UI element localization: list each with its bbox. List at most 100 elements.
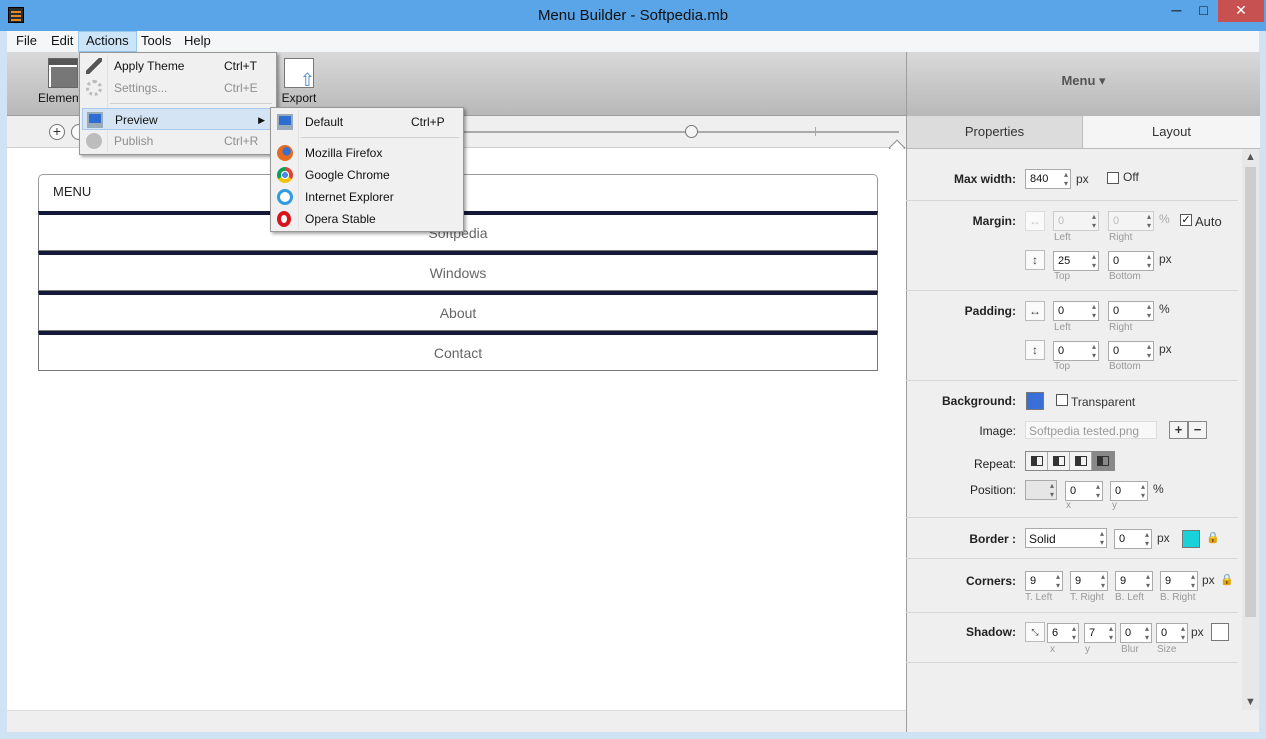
- horizontal-arrow-icon[interactable]: ↔: [1025, 211, 1045, 231]
- shadow-blur-input[interactable]: 0: [1120, 623, 1152, 643]
- shadow-x-input[interactable]: 6: [1047, 623, 1079, 643]
- maximize-button[interactable]: □: [1190, 0, 1217, 22]
- padding-bottom-input[interactable]: 0: [1108, 341, 1154, 361]
- title-bar: Menu Builder - Softpedia.mb ─ □ ✕: [0, 0, 1266, 31]
- zoom-in-button[interactable]: +: [49, 124, 65, 140]
- margin-bottom-input[interactable]: 0: [1108, 251, 1154, 271]
- corner-bl-sub: B. Left: [1115, 592, 1144, 603]
- padding-top-input[interactable]: 0: [1053, 341, 1099, 361]
- corner-tl-input[interactable]: 9: [1025, 571, 1063, 591]
- menu-edit[interactable]: Edit: [44, 31, 80, 52]
- padding-right-sub: Right: [1109, 322, 1133, 333]
- menu-preview-item[interactable]: About: [38, 291, 878, 331]
- divider: [906, 517, 1238, 518]
- menu-item-apply-theme[interactable]: Apply Theme Ctrl+T: [82, 55, 274, 77]
- design-canvas[interactable]: MENU Softpedia Windows About Contact: [7, 149, 906, 710]
- menu-item-settings[interactable]: Settings... Ctrl+E: [82, 77, 274, 99]
- divider: [906, 662, 1238, 663]
- image-field[interactable]: Softpedia tested.png: [1025, 421, 1157, 439]
- monitor-icon: [87, 112, 103, 128]
- transparent-label: Transparent: [1071, 395, 1136, 409]
- remove-image-button[interactable]: −: [1188, 421, 1207, 439]
- padding-left-sub: Left: [1054, 322, 1071, 333]
- scroll-down-icon[interactable]: ▼: [1242, 694, 1259, 710]
- position-anchor-selector[interactable]: [1025, 480, 1057, 500]
- shadow-color-swatch[interactable]: [1211, 623, 1229, 641]
- padding-right-input[interactable]: 0: [1108, 301, 1154, 321]
- padding-left-input[interactable]: 0: [1053, 301, 1099, 321]
- chrome-icon: [277, 167, 293, 183]
- border-label: Border :: [969, 532, 1016, 546]
- background-color-swatch[interactable]: [1026, 392, 1044, 410]
- corner-tr-input[interactable]: 9: [1070, 571, 1108, 591]
- position-y-sub: y: [1112, 500, 1117, 511]
- menu-item-ie[interactable]: Internet Explorer: [273, 186, 461, 208]
- corner-bl-input[interactable]: 9: [1115, 571, 1153, 591]
- close-button[interactable]: ✕: [1218, 0, 1264, 22]
- menu-item-firefox[interactable]: Mozilla Firefox: [273, 142, 461, 164]
- menu-item-publish[interactable]: Publish Ctrl+R: [82, 130, 274, 152]
- background-label: Background:: [941, 394, 1016, 408]
- zoom-slider-tick: [815, 127, 816, 136]
- horizontal-arrow-icon[interactable]: ↔: [1025, 301, 1045, 321]
- vertical-arrow-icon[interactable]: ↕: [1025, 340, 1045, 360]
- zoom-slider-track[interactable]: [447, 131, 899, 133]
- element-selector[interactable]: Menu ▾: [907, 52, 1260, 116]
- export-button[interactable]: Export: [279, 58, 319, 105]
- repeat-y-icon[interactable]: [1070, 452, 1092, 470]
- margin-top-input[interactable]: 25: [1053, 251, 1099, 271]
- scroll-up-icon[interactable]: ▲: [1242, 149, 1259, 165]
- shadow-inset-icon[interactable]: ⤡: [1025, 622, 1045, 642]
- repeat-both-icon[interactable]: [1092, 452, 1114, 470]
- border-color-swatch[interactable]: [1182, 530, 1200, 548]
- menu-help[interactable]: Help: [177, 31, 218, 52]
- menu-item-default[interactable]: Default Ctrl+P: [273, 111, 461, 133]
- shadow-size-input[interactable]: 0: [1156, 623, 1188, 643]
- submenu-arrow-icon: ▶: [258, 115, 265, 125]
- tab-properties[interactable]: Properties: [907, 116, 1083, 149]
- vertical-arrow-icon[interactable]: ↕: [1025, 250, 1045, 270]
- repeat-none-icon[interactable]: [1026, 452, 1048, 470]
- padding-label: Padding:: [964, 304, 1016, 318]
- menu-file[interactable]: File: [9, 31, 44, 52]
- add-image-button[interactable]: +: [1169, 421, 1188, 439]
- auto-checkbox[interactable]: ✓: [1180, 214, 1192, 226]
- repeat-label: Repeat:: [973, 457, 1016, 471]
- lock-icon[interactable]: 🔒: [1206, 531, 1220, 544]
- corner-tl-sub: T. Left: [1025, 592, 1053, 603]
- menu-tools[interactable]: Tools: [134, 31, 178, 52]
- menu-item-opera[interactable]: Opera Stable: [273, 208, 461, 230]
- firefox-icon: [277, 145, 293, 161]
- menu-item-chrome[interactable]: Google Chrome: [273, 164, 461, 186]
- off-checkbox[interactable]: [1107, 172, 1119, 184]
- panel-scrollbar[interactable]: ▲ ▼: [1242, 149, 1259, 710]
- minimize-button[interactable]: ─: [1163, 0, 1190, 22]
- position-y-input[interactable]: 0: [1110, 481, 1148, 501]
- corner-br-input[interactable]: 9: [1160, 571, 1198, 591]
- max-width-input[interactable]: 840: [1025, 169, 1071, 189]
- shadow-label: Shadow:: [966, 625, 1016, 639]
- status-bar: [7, 710, 906, 732]
- zoom-slider-thumb[interactable]: [685, 125, 699, 138]
- margin-right-input[interactable]: 0: [1108, 211, 1154, 231]
- border-width-input[interactable]: 0: [1114, 529, 1152, 549]
- auto-label: Auto: [1195, 214, 1222, 229]
- transparent-checkbox[interactable]: [1056, 394, 1068, 406]
- border-style-select[interactable]: Solid: [1025, 528, 1107, 548]
- export-icon: [284, 58, 315, 91]
- padding-lr-unit: %: [1159, 302, 1170, 316]
- repeat-x-icon[interactable]: [1048, 452, 1070, 470]
- menu-item-preview[interactable]: Preview ▶: [82, 108, 274, 130]
- repeat-options[interactable]: [1025, 451, 1115, 471]
- menu-preview-item[interactable]: Contact: [38, 331, 878, 371]
- tab-layout[interactable]: Layout: [1083, 116, 1260, 149]
- menu-preview-item[interactable]: Windows: [38, 251, 878, 291]
- lock-icon[interactable]: 🔒: [1220, 573, 1234, 586]
- menu-actions[interactable]: Actions: [78, 31, 137, 52]
- scrollbar-thumb[interactable]: [1245, 167, 1256, 617]
- position-x-input[interactable]: 0: [1065, 481, 1103, 501]
- margin-bottom-sub: Bottom: [1109, 271, 1141, 282]
- margin-left-input[interactable]: 0: [1053, 211, 1099, 231]
- shadow-y-input[interactable]: 7: [1084, 623, 1116, 643]
- margin-tb-unit: px: [1159, 252, 1172, 266]
